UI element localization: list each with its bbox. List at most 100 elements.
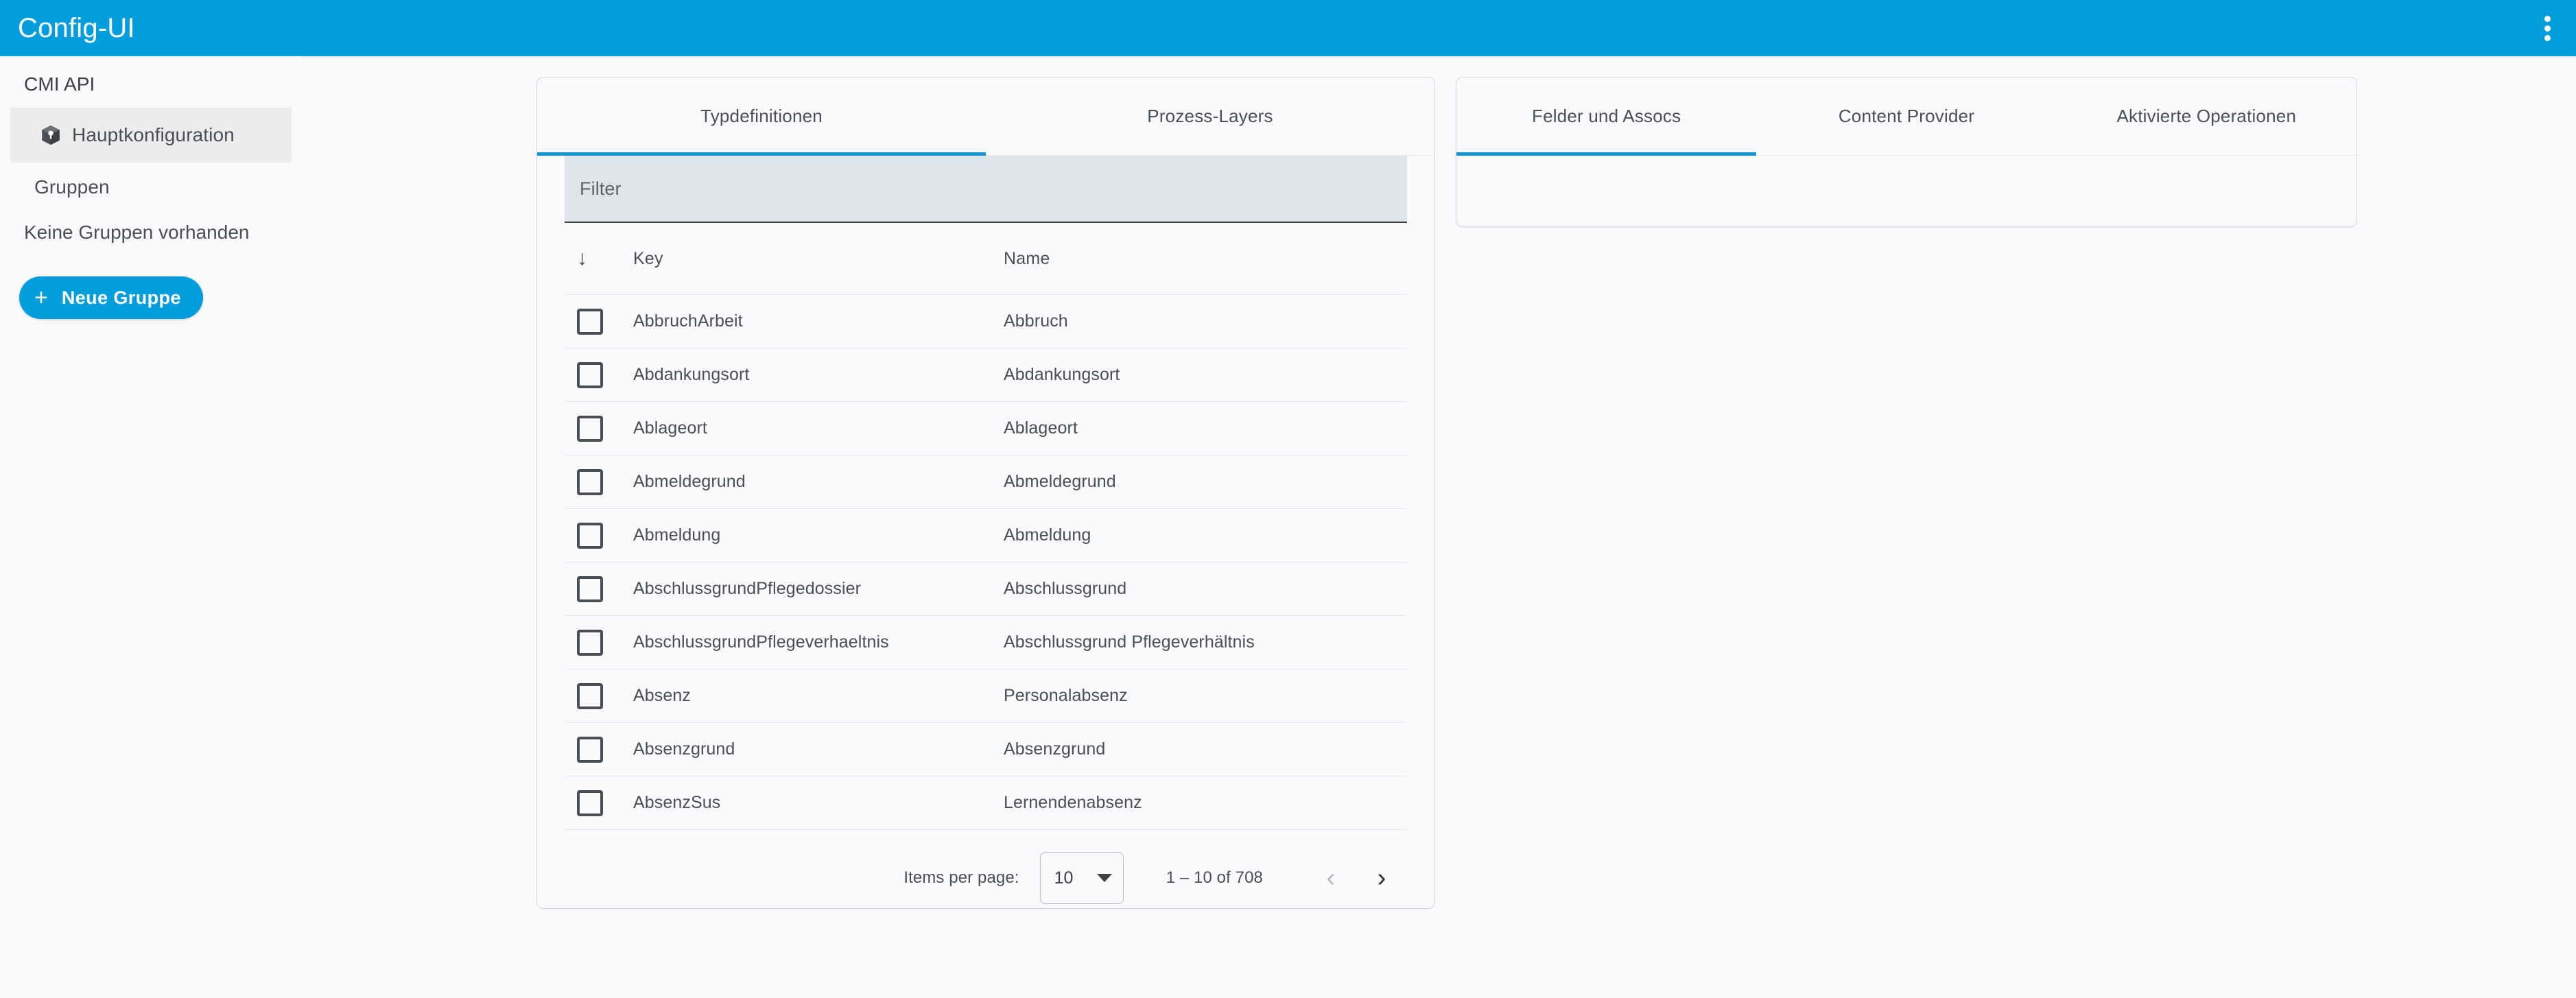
tab-felder-und-assocs[interactable]: Felder und Assocs xyxy=(1456,78,1756,155)
sidebar: CMI API Hauptkonfiguration Gruppen Keine… xyxy=(0,56,302,998)
typdefinitionen-card: Typdefinitionen Prozess-Layers Filter ↓ … xyxy=(536,77,1435,909)
row-checkbox-cell[interactable] xyxy=(565,575,633,602)
column-header-key[interactable]: Key xyxy=(633,249,1004,269)
tab-typdefinitionen[interactable]: Typdefinitionen xyxy=(537,78,986,155)
tab-label: Prozess-Layers xyxy=(1147,106,1273,126)
sidebar-item-label: Gruppen xyxy=(34,176,110,198)
cell-key: AbschlussgrundPflegedossier xyxy=(633,579,862,598)
row-checkbox-cell[interactable] xyxy=(565,629,633,656)
table-row[interactable]: AbschlussgrundPflegeverhaeltnis Abschlus… xyxy=(565,616,1407,669)
table-header-sort-cell[interactable]: ↓ xyxy=(565,248,633,269)
page-range-label: 1 – 10 of 708 xyxy=(1166,868,1263,887)
table-row[interactable]: Abdankungsort Abdankungsort xyxy=(565,348,1407,402)
cell-name: Absenzgrund xyxy=(1004,739,1106,759)
row-checkbox-cell[interactable] xyxy=(565,682,633,709)
filter-placeholder: Filter xyxy=(580,178,622,199)
tab-label: Aktivierte Operationen xyxy=(2116,106,2297,126)
table-row[interactable]: AbbruchArbeit Abbruch xyxy=(565,295,1407,348)
app-title: Config-UI xyxy=(18,12,135,43)
table-row[interactable]: AbsenzSus Lernendenabsenz xyxy=(565,776,1407,830)
filter-input[interactable]: Filter xyxy=(565,156,1407,223)
row-checkbox-cell[interactable] xyxy=(565,789,633,816)
row-checkbox[interactable] xyxy=(577,361,603,388)
cell-name: Abmeldegrund xyxy=(1004,472,1116,491)
left-tab-bar: Typdefinitionen Prozess-Layers xyxy=(537,78,1434,156)
row-checkbox[interactable] xyxy=(577,575,603,602)
filter-wrapper: Filter xyxy=(537,156,1434,223)
sidebar-caption: CMI API xyxy=(24,73,95,95)
row-checkbox[interactable] xyxy=(577,468,603,495)
table-row[interactable]: Abmeldegrund Abmeldegrund xyxy=(565,455,1407,509)
cell-key: Absenzgrund xyxy=(633,739,735,759)
right-tab-indicator xyxy=(1456,152,1757,156)
page-size-value: 10 xyxy=(1054,868,1074,888)
row-checkbox-cell[interactable] xyxy=(565,736,633,763)
cell-key: AbschlussgrundPflegeverhaeltnis xyxy=(633,632,889,652)
cell-key: AbsenzSus xyxy=(633,793,721,812)
table-row[interactable]: Absenzgrund Absenzgrund xyxy=(565,723,1407,776)
row-checkbox-cell[interactable] xyxy=(565,468,633,495)
table-row[interactable]: Absenz Personalabsenz xyxy=(565,669,1407,723)
row-checkbox[interactable] xyxy=(577,308,603,335)
more-dot xyxy=(2544,34,2551,41)
row-checkbox-cell[interactable] xyxy=(565,522,633,549)
more-dot xyxy=(2544,15,2551,22)
cell-name: Abschlussgrund xyxy=(1004,579,1127,598)
cell-key: Abmeldegrund xyxy=(633,472,746,491)
cell-name: Abbruch xyxy=(1004,311,1068,331)
table-row[interactable]: AbschlussgrundPflegedossier Abschlussgru… xyxy=(565,562,1407,616)
row-checkbox-cell[interactable] xyxy=(565,308,633,335)
plus-icon: + xyxy=(34,285,48,311)
tab-label: Content Provider xyxy=(1838,106,1975,126)
cell-key: AbbruchArbeit xyxy=(633,311,743,331)
sidebar-item-hauptkonfiguration[interactable]: Hauptkonfiguration xyxy=(10,108,292,163)
cell-key: Abmeldung xyxy=(633,525,721,545)
cell-key: Absenz xyxy=(633,686,691,705)
column-header-name[interactable]: Name xyxy=(1004,249,1407,269)
cell-name: Abschlussgrund Pflegeverhältnis xyxy=(1004,632,1255,652)
paginator: Items per page: 10 1 – 10 of 708 ‹ › xyxy=(537,830,1434,926)
sidebar-item-label: Hauptkonfiguration xyxy=(72,124,235,145)
left-tab-indicator xyxy=(537,152,986,156)
tab-content-provider[interactable]: Content Provider xyxy=(1756,78,2056,155)
row-checkbox[interactable] xyxy=(577,415,603,442)
more-dot xyxy=(2544,25,2551,32)
sidebar-empty-state: Keine Gruppen vorhanden xyxy=(24,222,250,243)
table-row[interactable]: Ablageort Ablageort xyxy=(565,402,1407,455)
row-checkbox[interactable] xyxy=(577,629,603,656)
details-empty-body xyxy=(1456,156,2356,227)
table-header-row: ↓ Key Name xyxy=(565,223,1407,295)
arrow-down-icon[interactable]: ↓ xyxy=(577,248,587,269)
row-checkbox-cell[interactable] xyxy=(565,361,633,388)
chevron-left-icon: ‹ xyxy=(1326,864,1336,892)
cell-key: Abdankungsort xyxy=(633,365,750,384)
tab-aktivierte-operationen[interactable]: Aktivierte Operationen xyxy=(2057,78,2356,155)
cell-name: Abmeldung xyxy=(1004,525,1091,545)
new-group-button[interactable]: + Neue Gruppe xyxy=(19,276,203,319)
page-size-select[interactable]: 10 xyxy=(1039,852,1124,904)
cell-name: Ablageort xyxy=(1004,418,1078,438)
tab-prozess-layers[interactable]: Prozess-Layers xyxy=(986,78,1434,155)
cell-name: Personalabsenz xyxy=(1004,686,1128,705)
row-checkbox[interactable] xyxy=(577,682,603,709)
cube-icon xyxy=(29,123,72,147)
table-row[interactable]: Abmeldung Abmeldung xyxy=(565,509,1407,562)
right-tab-bar: Felder und Assocs Content Provider Aktiv… xyxy=(1456,78,2356,156)
details-card: Felder und Assocs Content Provider Aktiv… xyxy=(1456,77,2357,227)
row-checkbox[interactable] xyxy=(577,522,603,549)
cell-name: Lernendenabsenz xyxy=(1004,793,1142,812)
app-bar: Config-UI xyxy=(0,0,2576,56)
new-group-button-label: Neue Gruppe xyxy=(61,287,181,308)
items-per-page-label: Items per page: xyxy=(903,868,1019,887)
chevron-right-icon[interactable]: › xyxy=(1356,853,1407,903)
row-checkbox[interactable] xyxy=(577,789,603,816)
sidebar-item-gruppen[interactable]: Gruppen xyxy=(10,163,292,212)
tab-label: Typdefinitionen xyxy=(700,106,823,126)
cell-key: Ablageort xyxy=(633,418,707,438)
row-checkbox-cell[interactable] xyxy=(565,415,633,442)
row-checkbox[interactable] xyxy=(577,736,603,763)
more-vert-icon[interactable] xyxy=(2518,0,2576,56)
chevron-down-icon xyxy=(1096,874,1112,882)
typdefinitionen-table: ↓ Key Name AbbruchArbeit Abbruch Abdanku… xyxy=(565,223,1407,830)
tab-label: Felder und Assocs xyxy=(1532,106,1681,126)
